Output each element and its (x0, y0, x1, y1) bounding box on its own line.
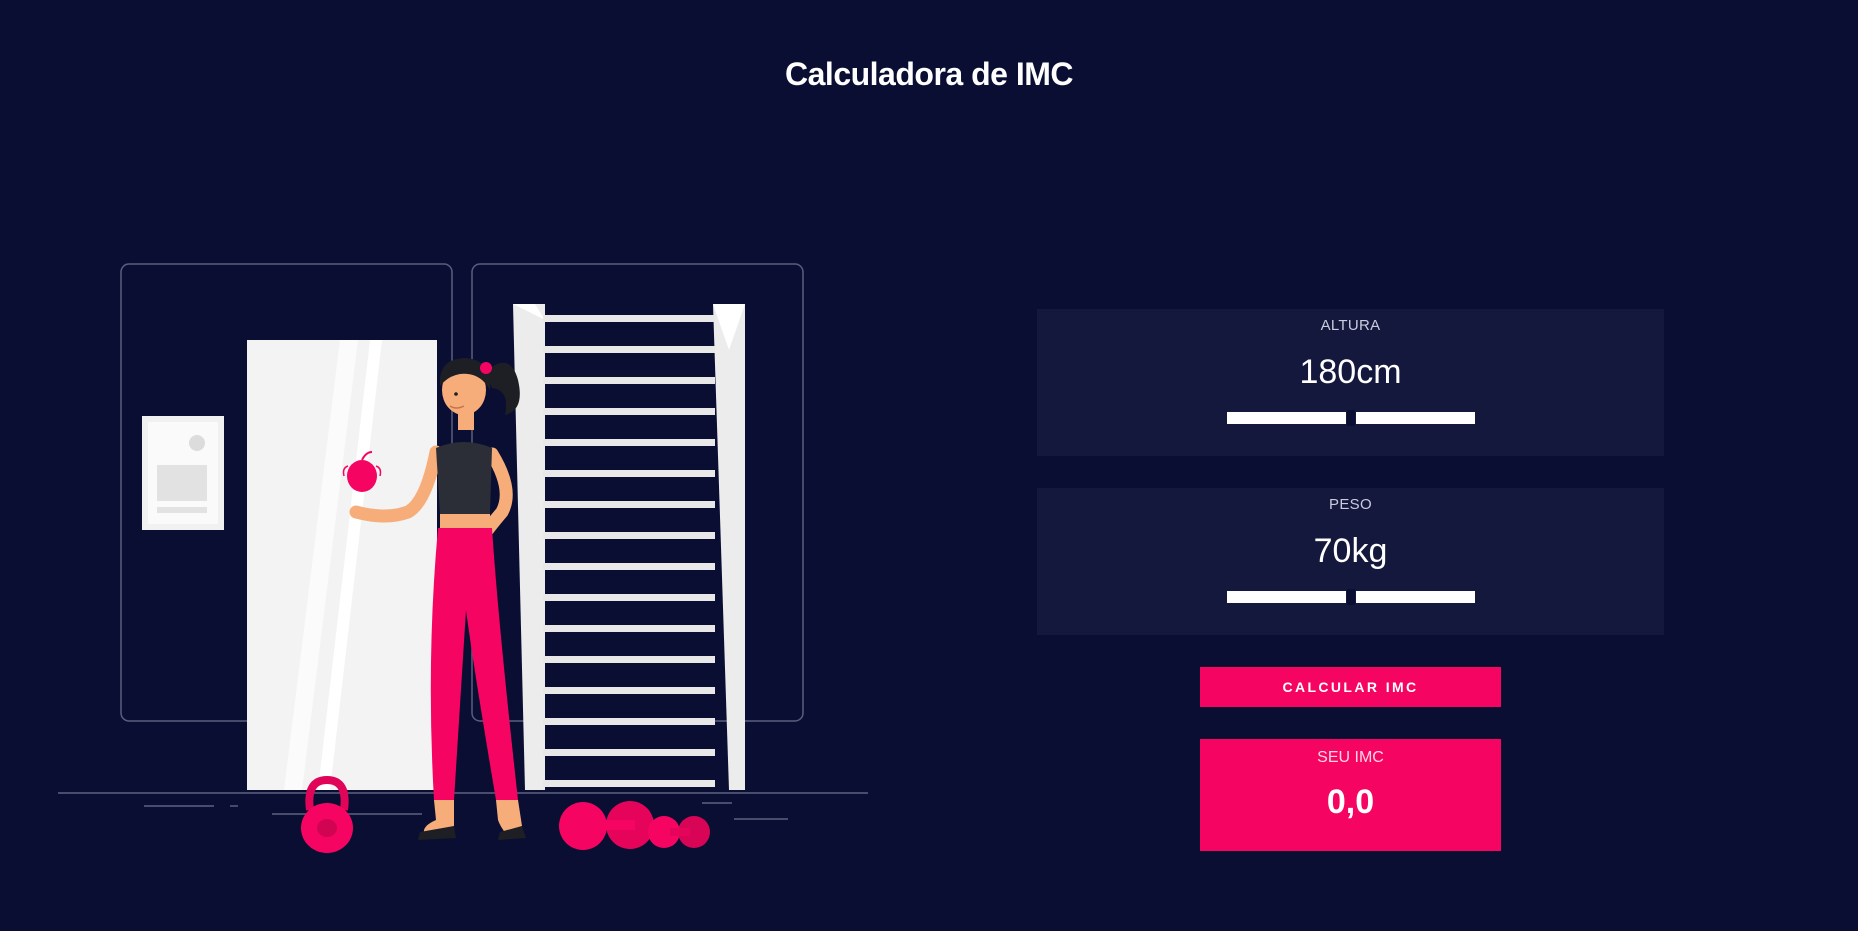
bmi-result-box: SEU IMC 0,0 (1200, 739, 1501, 851)
wall-bars (513, 304, 745, 790)
weight-slider-track-right[interactable] (1356, 591, 1475, 603)
bmi-result-label: SEU IMC (1317, 749, 1384, 766)
height-value: 180cm (1299, 353, 1402, 391)
floor-lines (58, 792, 868, 820)
weight-slider-thumb[interactable] (1347, 589, 1355, 605)
bmi-result-value: 0,0 (1326, 783, 1375, 821)
height-slider-track-left[interactable] (1227, 412, 1346, 424)
weight-label: PESO (1329, 496, 1372, 513)
weight-slider[interactable] (1225, 589, 1477, 605)
height-slider[interactable] (1225, 410, 1477, 426)
calculate-bmi-button[interactable]: CALCULAR IMC (1200, 667, 1501, 707)
height-slider-track-right[interactable] (1356, 412, 1475, 424)
wall-poster (142, 416, 224, 530)
gym-woman-illustration (58, 263, 868, 853)
weight-slider-track-left[interactable] (1227, 591, 1346, 603)
height-slider-thumb[interactable] (1347, 410, 1355, 426)
page-title: Calculadora de IMC (785, 56, 1073, 92)
kettlebell-icon (301, 775, 353, 853)
height-panel: ALTURA 180cm (1037, 309, 1664, 456)
height-label: ALTURA (1320, 317, 1381, 334)
weight-value: 70kg (1313, 532, 1388, 570)
dumbbells-icon (559, 801, 710, 850)
door (247, 340, 437, 790)
weight-panel: PESO 70kg (1037, 488, 1664, 635)
